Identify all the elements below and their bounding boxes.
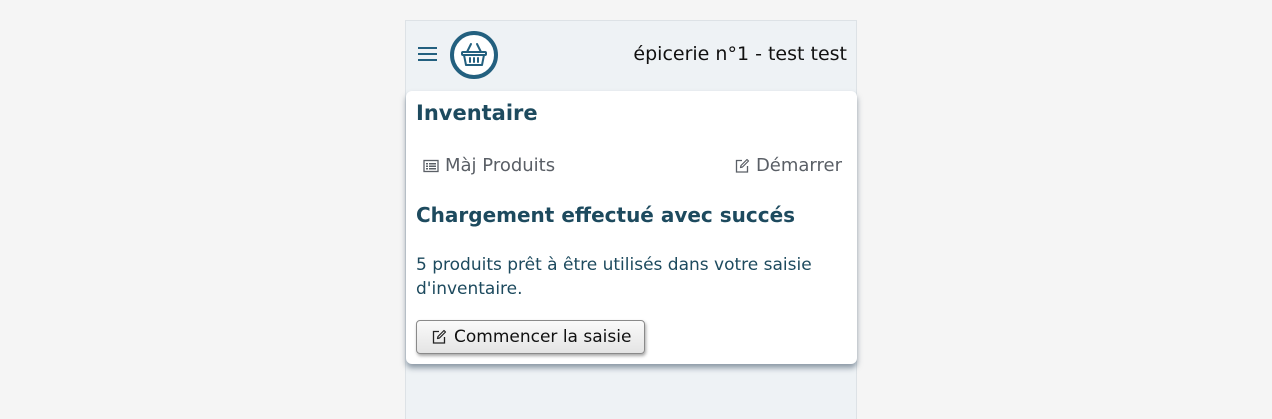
update-products-label: Màj Produits <box>445 155 556 176</box>
update-products-button[interactable]: Màj Produits <box>423 155 555 176</box>
status-message: 5 produits prêt à être utilisés dans vot… <box>416 255 812 299</box>
start-entry-button[interactable]: Commencer la saisie <box>416 320 646 354</box>
store-title: épicerie n°1 - test test <box>633 43 847 65</box>
shopping-basket-icon[interactable] <box>450 31 498 79</box>
start-label: Démarrer <box>755 155 842 176</box>
edit-icon <box>734 158 750 174</box>
status-title: Chargement effectué avec succés <box>416 203 796 227</box>
inventory-card: Inventaire Màj Produits Démarrer Chargem… <box>406 91 857 364</box>
start-button[interactable]: Démarrer <box>734 155 842 176</box>
page-title: Inventaire <box>416 101 538 125</box>
hamburger-menu-icon[interactable] <box>418 45 438 63</box>
list-icon <box>423 158 439 174</box>
edit-icon <box>431 329 447 345</box>
app-container: épicerie n°1 - test test Inventaire Màj … <box>405 20 857 419</box>
header: épicerie n°1 - test test <box>406 21 856 91</box>
start-entry-label: Commencer la saisie <box>454 327 632 347</box>
